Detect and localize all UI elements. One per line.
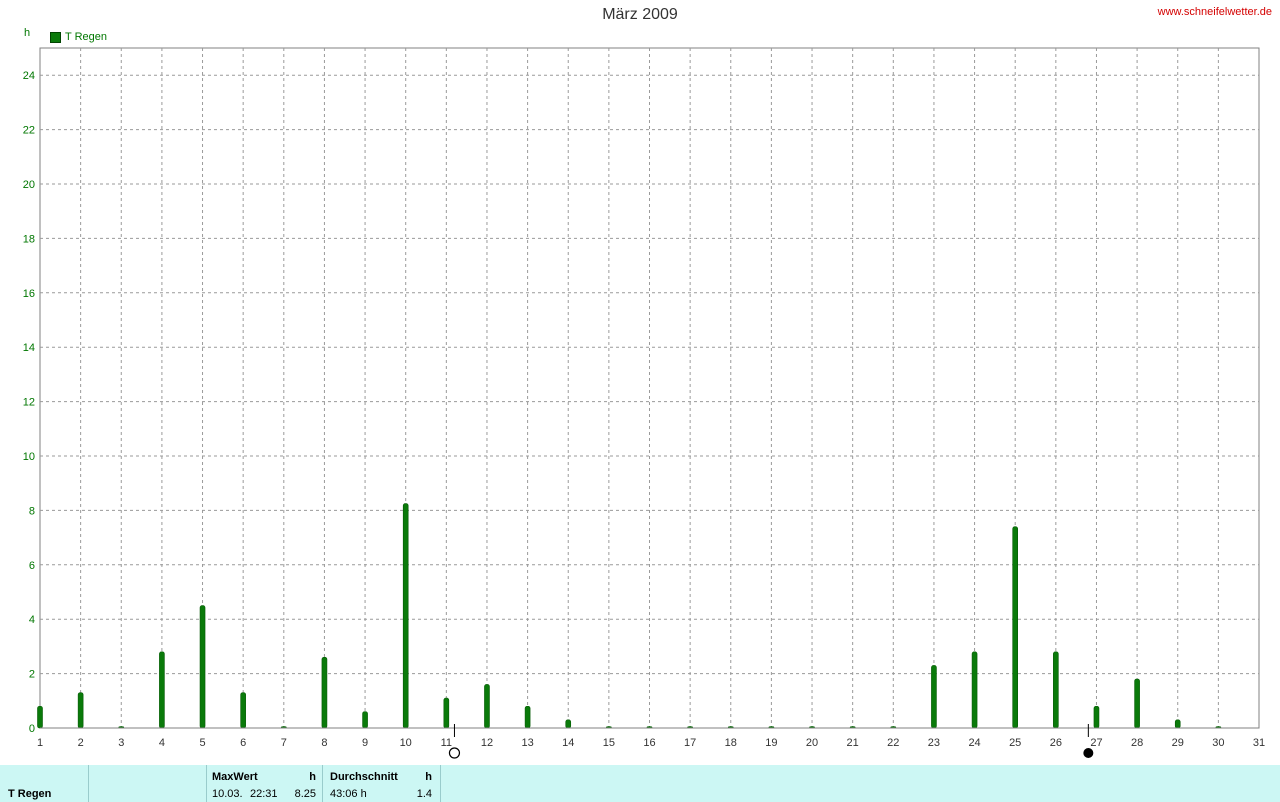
avg-total: 43:06 h xyxy=(330,788,367,800)
x-tick-label: 25 xyxy=(1009,737,1021,749)
rain-bar xyxy=(1093,705,1100,729)
x-tick-label: 13 xyxy=(521,737,533,749)
rain-bar xyxy=(321,656,328,729)
x-tick-label: 20 xyxy=(806,737,818,749)
y-tick-label: 12 xyxy=(23,397,35,409)
y-tick-label: 22 xyxy=(23,125,35,137)
x-tick-label: 29 xyxy=(1172,737,1184,749)
avg-value: 1.4 xyxy=(416,788,432,800)
x-tick-label: 19 xyxy=(765,737,777,749)
rain-bar xyxy=(362,711,368,729)
x-tick-label: 27 xyxy=(1090,737,1102,749)
x-tick-label: 6 xyxy=(240,737,246,749)
stats-avg-cell: Durchschnitt h 43:06 h 1.4 xyxy=(322,765,441,802)
y-tick-label: 8 xyxy=(29,505,35,517)
rain-bar xyxy=(1134,678,1140,729)
max-header: MaxWert xyxy=(212,771,258,783)
y-tick-label: 10 xyxy=(23,451,35,463)
max-unit: h xyxy=(309,771,316,783)
avg-header: Durchschnitt xyxy=(330,771,398,783)
x-tick-label: 11 xyxy=(441,737,452,749)
x-tick-label: 1 xyxy=(37,737,43,749)
rain-bar xyxy=(1053,651,1059,729)
x-tick-label: 18 xyxy=(725,737,737,749)
x-tick-label: 16 xyxy=(643,737,655,749)
y-tick-label: 14 xyxy=(23,342,35,354)
max-date: 10.03. xyxy=(212,788,243,800)
x-tick-label: 5 xyxy=(199,737,205,749)
x-tick-label: 10 xyxy=(400,737,412,749)
rain-bar xyxy=(565,719,572,729)
rain-bar xyxy=(1012,526,1019,729)
rain-bar xyxy=(443,697,450,729)
y-tick-label: 20 xyxy=(23,179,35,191)
x-tick-label: 26 xyxy=(1050,737,1062,749)
x-tick-label: 8 xyxy=(321,737,327,749)
x-tick-label: 23 xyxy=(928,737,940,749)
x-tick-label: 9 xyxy=(362,737,368,749)
y-tick-label: 6 xyxy=(29,560,35,572)
rain-bar xyxy=(971,651,978,729)
y-tick-label: 2 xyxy=(29,669,35,681)
rain-bar xyxy=(931,665,937,729)
x-tick-label: 21 xyxy=(847,737,859,749)
rain-bar xyxy=(37,705,43,729)
x-tick-label: 14 xyxy=(562,737,574,749)
rain-bar xyxy=(77,692,84,729)
avg-unit: h xyxy=(425,771,432,783)
x-tick-label: 15 xyxy=(603,737,615,749)
stats-series-cell: T Regen xyxy=(0,765,89,802)
chart-canvas: 1 2 3 4 5 6 7 8 9 10 11 12 13 14 15 16 17 18 19 20 21 22 23 24 2… xyxy=(23,47,1265,759)
y-tick-label: 24 xyxy=(23,70,35,82)
x-tick-label: 30 xyxy=(1212,737,1224,749)
rain-bar xyxy=(159,651,165,729)
stats-max-cell: MaxWert h 10.03. 22:31 8.25 xyxy=(206,765,323,802)
stats-empty-cell xyxy=(88,765,207,802)
new-moon-icon xyxy=(1083,748,1094,758)
max-value: 8.25 xyxy=(294,788,316,800)
y-tick-label: 18 xyxy=(23,233,35,245)
rain-bar xyxy=(199,605,206,729)
y-tick-label: 0 xyxy=(29,723,35,735)
stats-panel: T Regen MaxWert h 10.03. 22:31 8.25 Durc… xyxy=(0,765,1280,802)
x-tick-label: 3 xyxy=(118,737,124,749)
rain-bar xyxy=(1174,719,1181,729)
x-tick-label: 22 xyxy=(887,737,899,749)
x-tick-label: 28 xyxy=(1131,737,1143,749)
rain-bar xyxy=(240,692,246,729)
y-tick-label: 16 xyxy=(23,288,35,300)
max-time: 22:31 xyxy=(250,788,278,800)
x-tick-label: 7 xyxy=(281,737,287,749)
x-tick-label: 24 xyxy=(968,737,980,749)
rain-bar xyxy=(524,705,531,729)
full-moon-icon xyxy=(448,747,461,759)
stats-series-name: T Regen xyxy=(8,788,52,800)
y-tick-label: 4 xyxy=(29,614,35,626)
rain-bar xyxy=(402,503,409,729)
x-tick-label: 4 xyxy=(159,737,165,749)
x-tick-label: 2 xyxy=(78,737,84,749)
x-tick-label: 31 xyxy=(1253,737,1265,749)
x-tick-label: 12 xyxy=(481,737,493,749)
rain-bar xyxy=(484,684,490,729)
x-tick-label: 17 xyxy=(684,737,696,749)
